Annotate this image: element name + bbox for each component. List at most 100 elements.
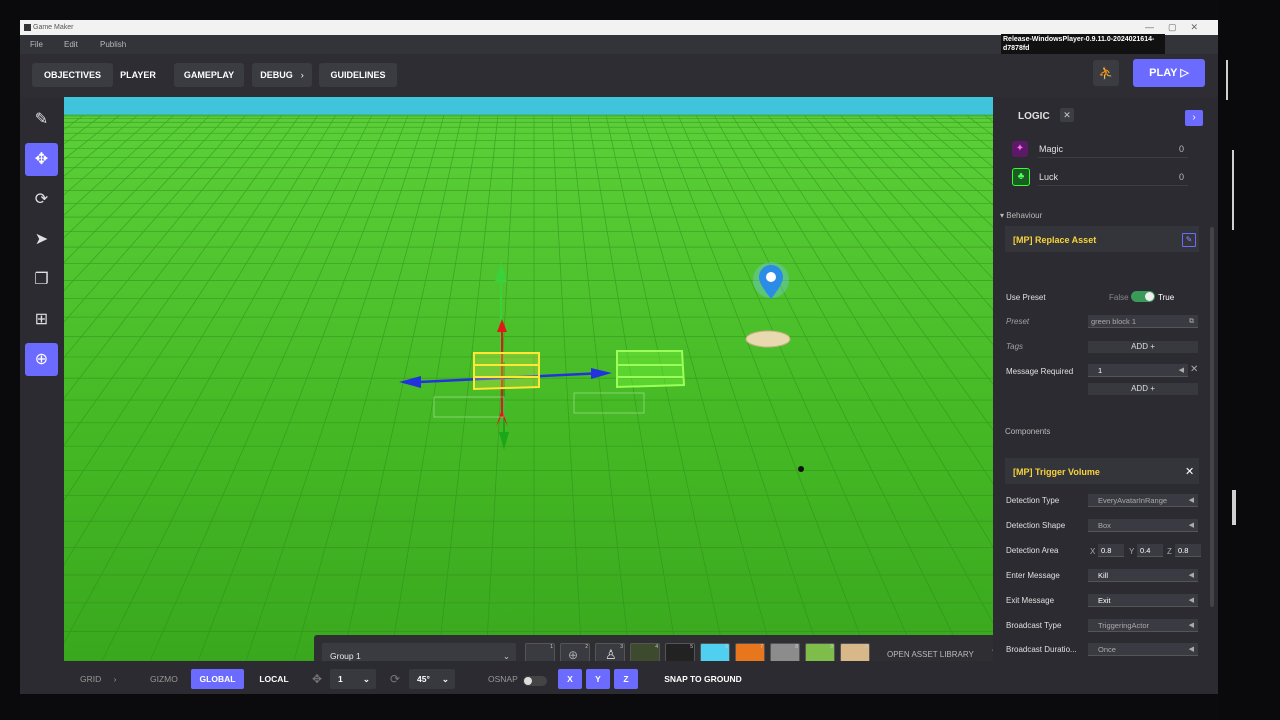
plus-circle-icon: ⊕ [568, 648, 579, 661]
asset-slot-3[interactable]: 3 ♙ [595, 643, 625, 661]
slot-number: 4 [655, 644, 658, 650]
use-preset-label: Use Preset [1006, 293, 1046, 302]
asset-slot-8[interactable]: 8 [770, 643, 800, 661]
caret-left-icon: ◀ [1188, 522, 1194, 529]
bottom-toolbar: GRID › GIZMO GLOBAL LOCAL ✥ 1 ⌄ ⟳ 45° ⌄ OS… [20, 661, 1218, 694]
expand-panel-button[interactable]: › [1185, 110, 1203, 126]
transform-icon: ⊞ [34, 311, 49, 328]
frame-line [1232, 490, 1236, 525]
toggle-knob [1145, 292, 1154, 301]
menu-edit[interactable]: Edit [64, 40, 78, 49]
enter-message-field[interactable]: Kill ◀ [1088, 569, 1198, 582]
brush-icon: ✎ [34, 111, 49, 128]
snap-to-ground-button[interactable]: SNAP TO GROUND [653, 669, 753, 689]
add-message-button[interactable]: ADD + [1088, 383, 1198, 395]
slot-number: 1 [550, 644, 553, 650]
rotate-tool[interactable]: ⟳ [25, 183, 58, 216]
exit-message-field[interactable]: Exit ◀ [1088, 594, 1198, 607]
cursor-marker [798, 466, 804, 472]
chevron-down-icon: ⌄ [502, 651, 510, 661]
detection-area-x[interactable]: 0.8 [1098, 544, 1124, 557]
asset-slot-2[interactable]: 2 ⊕ [560, 643, 590, 661]
clover-icon: ♣ [1012, 168, 1030, 186]
z-axis-label: Z [1167, 547, 1172, 556]
caret-left-icon: ◀ [1188, 646, 1194, 653]
broadcast-duration-select[interactable]: Once ◀ [1088, 643, 1198, 656]
add-object-tool[interactable]: ⊕ [25, 343, 58, 376]
exit-message-label: Exit Message [1006, 596, 1055, 605]
preset-label: Preset [1006, 317, 1030, 326]
tab-objectives[interactable]: OBJECTIVES [32, 63, 113, 87]
osnap-label: OSNAP [488, 674, 518, 684]
slot-number: 0 [865, 644, 868, 650]
tab-player[interactable]: PLAYER [113, 63, 163, 87]
asset-slot-4[interactable]: 4 [630, 643, 660, 661]
rotate-step-select[interactable]: 45° ⌄ [409, 669, 455, 689]
transform-tool[interactable]: ⊞ [25, 303, 58, 336]
y-axis-button[interactable]: Y [586, 669, 610, 689]
move-step-select[interactable]: 1 ⌄ [330, 669, 376, 689]
menu-file[interactable]: File [30, 40, 43, 49]
asset-slot-6[interactable]: 6 [700, 643, 730, 661]
logic-panel: LOGIC ✕ › ✦ Magic 0 ♣ Luck 0 ▾ Behaviour… [993, 97, 1218, 661]
group-select[interactable]: Group 1 ⌄ [322, 643, 516, 661]
brush-tool[interactable]: ✎ [25, 103, 58, 136]
asset-slot-7[interactable]: 7 [735, 643, 765, 661]
tab-guidelines[interactable]: GUIDELINES [319, 63, 397, 87]
toggle-true-label: True [1158, 293, 1175, 302]
global-button[interactable]: GLOBAL [191, 669, 244, 689]
asset-slot-9[interactable]: 9 [805, 643, 835, 661]
window-controls[interactable]: —▢✕ [1145, 20, 1212, 35]
enter-message-value: Kill [1098, 571, 1109, 580]
broadcast-type-select[interactable]: TriggeringActor ◀ [1088, 619, 1198, 632]
play-icon: ▷ [1180, 67, 1189, 79]
chevron-right-icon: › [1192, 112, 1196, 123]
detection-area-y[interactable]: 0.4 [1137, 544, 1163, 557]
asset-slot-10[interactable]: 0 [840, 643, 870, 661]
play-button[interactable]: PLAY ▷ [1133, 59, 1205, 87]
close-icon[interactable]: ✕ [1185, 465, 1194, 478]
remove-icon[interactable]: ✕ [1190, 364, 1198, 375]
release-version: Release-WindowsPlayer-0.9.11.0-202402161… [1001, 34, 1165, 54]
x-axis-button[interactable]: X [558, 669, 582, 689]
external-link-icon: ⧉ [1189, 318, 1194, 325]
preset-value: green block 1 [1091, 317, 1137, 326]
detection-shape-select[interactable]: Box ◀ [1088, 519, 1198, 532]
select-tool[interactable]: ➤ [25, 223, 58, 256]
exit-message-value: Exit [1098, 596, 1111, 605]
components-header: Components [1005, 427, 1051, 436]
asset-slot-5[interactable]: 5 [665, 643, 695, 661]
asset-slot-1[interactable]: 1 [525, 643, 555, 661]
grid-toggle[interactable]: GRID › [80, 669, 116, 689]
osnap-toggle[interactable] [523, 676, 547, 686]
preset-field[interactable]: green block 1 ⧉ [1088, 315, 1198, 328]
local-button[interactable]: LOCAL [252, 669, 296, 689]
chevron-down-icon: ⌄ [441, 674, 449, 684]
edit-icon[interactable]: ✎ [1182, 233, 1196, 247]
scene-viewport[interactable]: Group 1 ⌄ 1 2 ⊕ 3 ♙ 4 5 6 7 8 9 0 OPEN ASS… [64, 97, 993, 661]
open-asset-library-button[interactable]: OPEN ASSET LIBRARY [887, 650, 974, 659]
detection-area-z[interactable]: 0.8 [1175, 544, 1201, 557]
message-required-field[interactable]: 1 ◀ [1088, 364, 1188, 377]
avatar-settings-button[interactable]: ⛹ [1093, 60, 1119, 86]
app-window: Game Maker —▢✕ File Edit Publish Release… [20, 20, 1218, 694]
panel-title: LOGIC [1018, 111, 1050, 122]
move-step-icon: ✥ [312, 672, 323, 686]
z-axis-button[interactable]: Z [614, 669, 638, 689]
detection-type-select[interactable]: EveryAvatarInRange ◀ [1088, 494, 1198, 507]
x-axis-label: X [1090, 547, 1096, 556]
behaviour-header[interactable]: ▾ Behaviour [1000, 211, 1042, 220]
tab-gameplay[interactable]: GAMEPLAY [174, 63, 244, 87]
component-title: [MP] Trigger Volume [1013, 467, 1100, 477]
panel-scrollbar[interactable] [1210, 227, 1214, 607]
add-object-icon: ⊕ [34, 351, 49, 368]
close-panel-button[interactable]: ✕ [1060, 108, 1074, 122]
title-bar: Game Maker —▢✕ [20, 20, 1218, 35]
move-tool[interactable]: ✥ [25, 143, 58, 176]
use-preset-toggle[interactable] [1131, 291, 1155, 302]
tab-debug[interactable]: DEBUG › [252, 63, 312, 87]
menu-publish[interactable]: Publish [100, 40, 126, 49]
caret-left-icon: ◀ [1188, 497, 1194, 504]
add-tag-button[interactable]: ADD + [1088, 341, 1198, 353]
duplicate-tool[interactable]: ❐ [25, 263, 58, 296]
